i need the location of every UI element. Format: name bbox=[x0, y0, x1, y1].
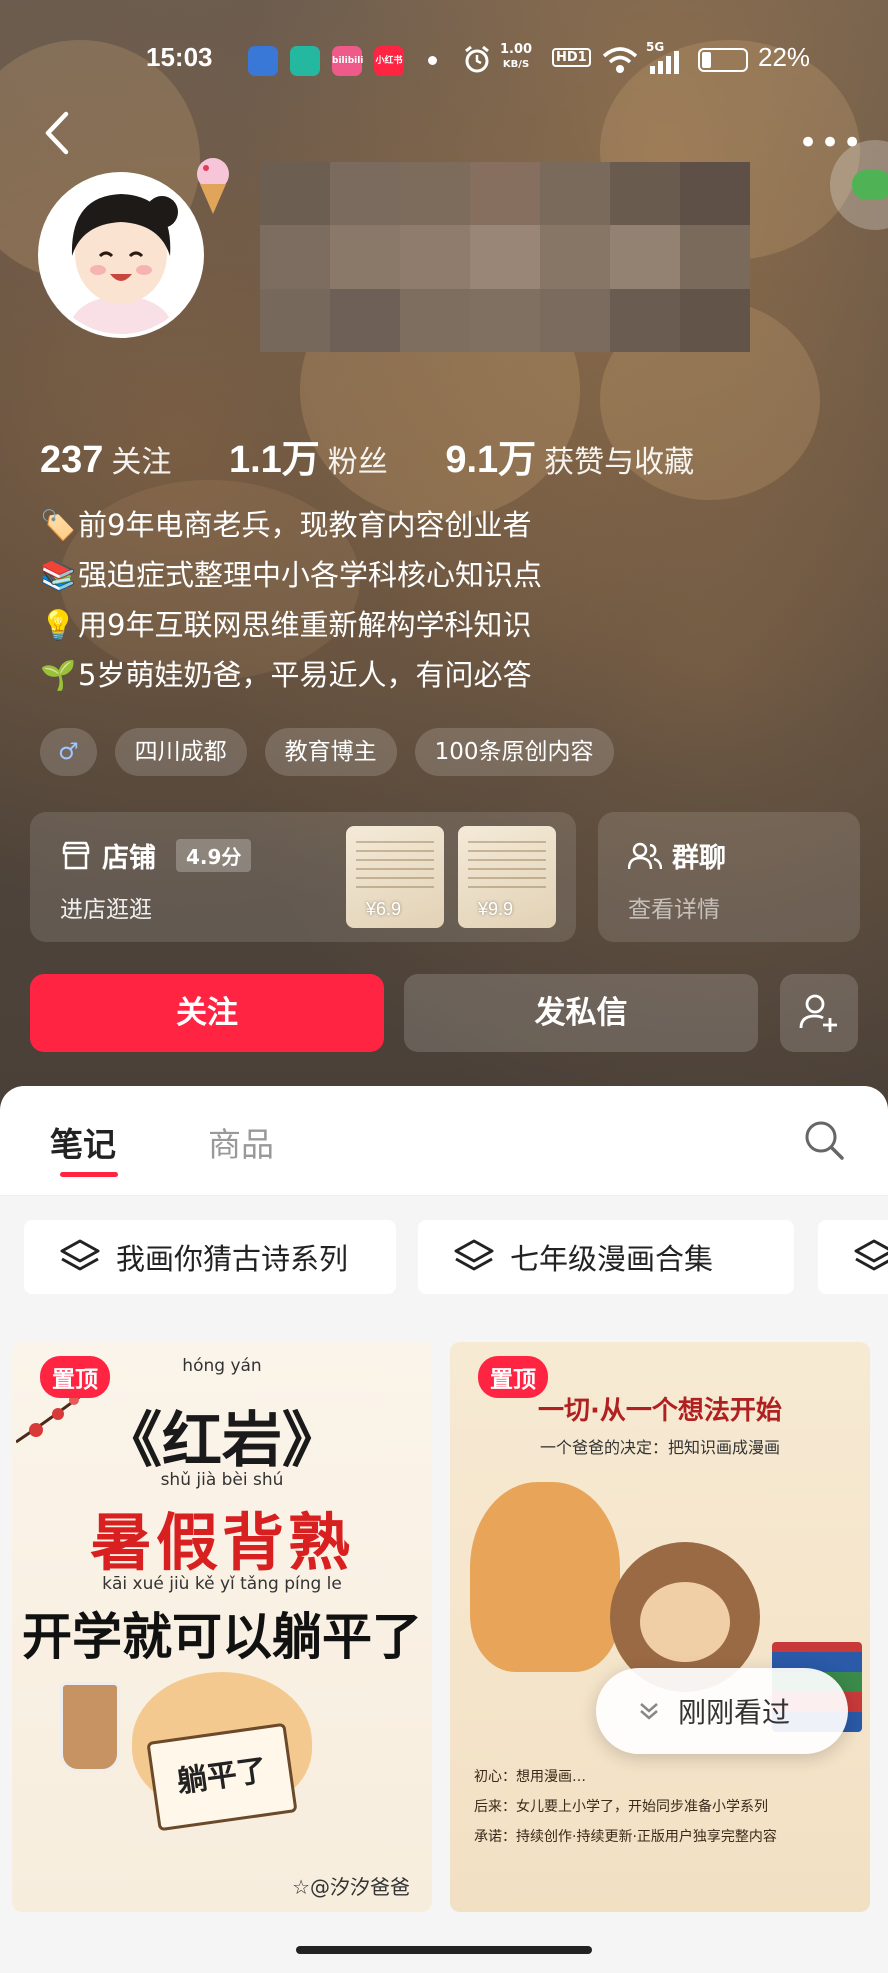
seedling-icon: 🌱 bbox=[40, 658, 77, 692]
wifi-icon bbox=[602, 47, 638, 73]
note-card[interactable]: 置顶 hóng yán 《红岩》 shǔ jià bèi shú 暑假背熟 kā… bbox=[12, 1342, 432, 1912]
group-users-icon bbox=[628, 842, 662, 869]
tab-notes[interactable]: 笔记 bbox=[50, 1118, 116, 1166]
battery-level bbox=[702, 52, 711, 68]
add-user-icon bbox=[799, 994, 837, 1032]
notes-feed: 置顶 hóng yán 《红岩》 shǔ jià bèi shú 暑假背熟 kā… bbox=[0, 1318, 888, 1973]
bilibili-app-icon: bilibili bbox=[332, 46, 363, 76]
ice-cream-sticker-icon bbox=[197, 158, 229, 214]
alarm-icon bbox=[465, 45, 489, 73]
content-sheet: 笔记 商品 我画你猜古诗系列 七年级漫画合集 置顶 hóng yán 《红岩》 … bbox=[0, 1086, 888, 1973]
books-icon: 📚 bbox=[40, 558, 77, 592]
gender-male-icon: ♂ bbox=[40, 728, 97, 776]
send-message-button[interactable]: 发私信 bbox=[404, 974, 758, 1052]
followers-count[interactable]: 1.1万 粉丝 bbox=[229, 439, 436, 481]
signal-icon bbox=[650, 51, 679, 74]
browser-icon bbox=[248, 46, 278, 76]
shop-card[interactable]: 店铺 4.9分 进店逛逛 ¥6.9 ¥9.9 bbox=[30, 812, 576, 942]
author-signature: ☆@汐汐爸爸 bbox=[292, 1875, 410, 1899]
xiaohongshu-app-icon: 小红书 bbox=[374, 46, 404, 76]
shop-title: 店铺 4.9分 bbox=[60, 836, 252, 875]
profile-stats: 237 关注 1.1万 粉丝 9.1万 获赞与收藏 bbox=[40, 428, 742, 483]
group-chat-title: 群聊 bbox=[628, 836, 726, 875]
shop-score-badge: 4.9分 bbox=[176, 839, 252, 872]
product-price: ¥9.9 bbox=[478, 899, 514, 919]
content-tabs: 笔记 商品 bbox=[0, 1086, 888, 1196]
collection-item[interactable]: 我画你猜古诗系列 bbox=[24, 1220, 396, 1294]
battery-percent: 22% bbox=[758, 42, 811, 72]
tab-products[interactable]: 商品 bbox=[208, 1118, 274, 1166]
profile-tags: ♂ 四川成都 教育博主 100条原创内容 bbox=[40, 728, 614, 776]
active-tab-indicator bbox=[60, 1172, 118, 1177]
note-headline-black: 开学就可以躺平了 bbox=[22, 1607, 422, 1666]
collection-item[interactable]: 七年级漫画合集 bbox=[418, 1220, 794, 1294]
status-time: 15:03 bbox=[146, 42, 213, 72]
recently-viewed-button[interactable]: 刚刚看过 bbox=[596, 1668, 848, 1754]
likes-count[interactable]: 9.1万 获赞与收藏 bbox=[445, 439, 742, 481]
product-price: ¥6.9 bbox=[366, 899, 402, 919]
collection-item[interactable] bbox=[818, 1220, 888, 1294]
username-obscured bbox=[260, 162, 750, 352]
chevron-down-icon bbox=[640, 1703, 658, 1720]
bio-line: 📚强迫症式整理中小各学科核心知识点 bbox=[40, 550, 542, 600]
layers-icon bbox=[854, 1239, 888, 1271]
note-card[interactable]: 置顶 一切·从一个想法开始 一个爸爸的决定：把知识画成漫画 初心：想用漫画… 后… bbox=[450, 1342, 870, 1912]
bio-line: 🌱5岁萌娃奶爸，平易近人，有问必答 bbox=[40, 650, 542, 700]
group-chat-details-link: 查看详情 bbox=[628, 897, 720, 923]
layers-icon bbox=[454, 1239, 494, 1271]
following-count[interactable]: 237 关注 bbox=[40, 439, 219, 481]
note-subtitle: 一个爸爸的决定：把知识画成漫画 bbox=[539, 1438, 780, 1457]
store-icon bbox=[62, 841, 90, 869]
book-illustration: 躺平了 bbox=[146, 1722, 298, 1832]
group-chat-card[interactable]: 群聊 查看详情 bbox=[598, 812, 860, 942]
location-tag: 四川成都 bbox=[114, 728, 247, 776]
notification-dot bbox=[428, 56, 437, 65]
layers-icon bbox=[60, 1239, 100, 1271]
bio-line: 💡用9年互联网思维重新解构学科知识 bbox=[40, 600, 542, 650]
category-tag: 教育博主 bbox=[264, 728, 397, 776]
shiba-dog-illustration bbox=[470, 1482, 620, 1672]
tag-icon: 🏷️ bbox=[40, 508, 77, 542]
profile-bio: 🏷️前9年电商老兵，现教育内容创业者 📚强迫症式整理中小各学科核心知识点 💡用9… bbox=[40, 500, 542, 700]
pinned-badge: 置顶 bbox=[478, 1356, 548, 1398]
add-friend-button[interactable] bbox=[780, 974, 858, 1052]
bubble-tea-illustration bbox=[60, 1682, 120, 1772]
note-points: 初心：想用漫画… 后来：女儿要上小学了，开始同步准备小学系列 承诺：持续创作·持… bbox=[474, 1769, 777, 1845]
shop-product-thumbnail[interactable]: ¥6.9 bbox=[346, 826, 444, 928]
lightbulb-icon: 💡 bbox=[40, 608, 77, 642]
home-indicator[interactable] bbox=[296, 1946, 592, 1954]
battery-icon bbox=[698, 48, 748, 72]
follow-button[interactable]: 关注 bbox=[30, 974, 384, 1052]
collection-strip: 我画你猜古诗系列 七年级漫画合集 bbox=[0, 1196, 888, 1318]
original-content-tag: 100条原创内容 bbox=[414, 728, 614, 776]
search-icon[interactable] bbox=[802, 1118, 846, 1162]
hd-voice-badge: HD1 bbox=[552, 48, 591, 67]
refresh-app-icon bbox=[290, 46, 320, 76]
shop-product-thumbnail[interactable]: ¥9.9 bbox=[458, 826, 556, 928]
bio-line: 🏷️前9年电商老兵，现教育内容创业者 bbox=[40, 500, 542, 550]
note-headline-red: 暑假背熟 bbox=[89, 1506, 354, 1579]
subtitle-pinyin: shǔ jià bèi shú bbox=[160, 1470, 284, 1490]
avatar[interactable] bbox=[38, 172, 204, 338]
note-title: 《红岩》 bbox=[102, 1406, 342, 1476]
back-arrow-icon[interactable] bbox=[40, 108, 76, 158]
network-speed: 1.00 KB/S bbox=[500, 42, 533, 70]
status-bar: 15:03 bilibili 小红书 1.00 KB/S HD1 5G 22% bbox=[0, 40, 888, 80]
shop-enter-link: 进店逛逛 bbox=[60, 897, 152, 923]
line-pinyin: kāi xué jiù kě yǐ tǎng píng le bbox=[102, 1574, 342, 1594]
avatar-illustration bbox=[42, 176, 200, 334]
pinned-badge: 置顶 bbox=[40, 1356, 110, 1398]
